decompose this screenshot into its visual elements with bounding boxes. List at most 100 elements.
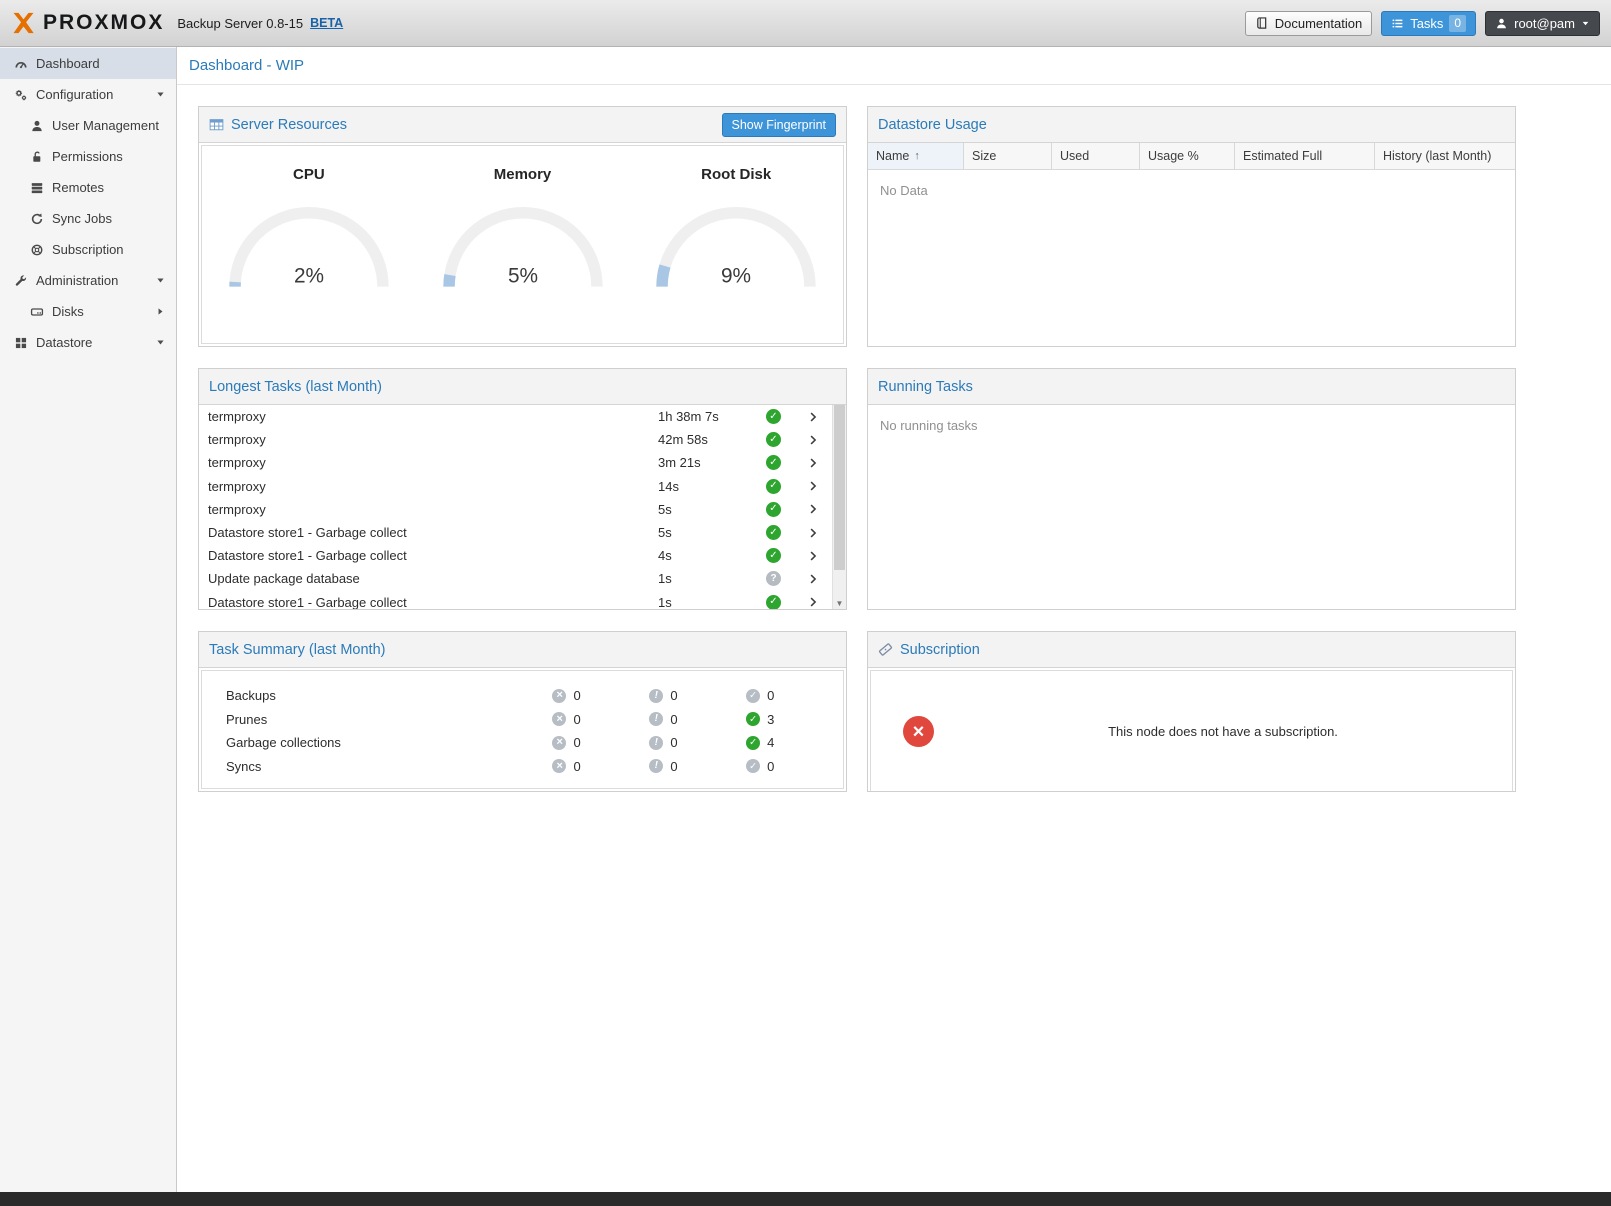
chevron-right-icon[interactable]	[794, 411, 832, 423]
chevron-right-icon[interactable]	[794, 596, 832, 608]
server-resources-panel: Server Resources Show Fingerprint CPU2%M…	[198, 106, 847, 347]
column-header-size[interactable]: Size	[964, 143, 1052, 169]
warning-count-icon: !	[649, 759, 663, 773]
subscription-message: This node does not have a subscription.	[934, 724, 1512, 739]
expander-down-icon[interactable]	[156, 90, 165, 99]
no-subscription-icon: ×	[903, 716, 934, 747]
task-name: Datastore store1 - Garbage collect	[208, 548, 658, 563]
sidebar-item-user-management[interactable]: User Management	[0, 110, 176, 141]
count-value: 0	[573, 712, 580, 727]
proxmox-logo-icon	[11, 11, 36, 35]
sidebar-item-sync-jobs[interactable]: Sync Jobs	[0, 203, 176, 234]
logo-area: PROXMOX Backup Server 0.8-15 BETA	[11, 11, 343, 35]
sidebar-item-subscription[interactable]: Subscription	[0, 234, 176, 265]
refresh-icon	[28, 212, 45, 226]
dashboard-grid: Server Resources Show Fingerprint CPU2%M…	[177, 85, 1611, 792]
task-row[interactable]: termproxy14s✓	[199, 475, 832, 498]
sidebar-item-administration[interactable]: Administration	[0, 265, 176, 296]
task-row[interactable]: termproxy1h 38m 7s✓	[199, 405, 832, 428]
scroll-down-arrow[interactable]: ▼	[833, 599, 846, 608]
status-unknown-icon: ?	[766, 571, 781, 586]
sidebar-item-dashboard[interactable]: Dashboard	[0, 48, 176, 79]
sidebar-item-datastore[interactable]: Datastore	[0, 327, 176, 358]
count-value: 0	[767, 688, 774, 703]
task-row[interactable]: Datastore store1 - Garbage collect1s✓	[199, 591, 832, 610]
column-header-used[interactable]: Used	[1052, 143, 1140, 169]
chevron-right-icon[interactable]	[794, 550, 832, 562]
expander-down-icon[interactable]	[156, 276, 165, 285]
column-header-history-last-month[interactable]: History (last Month)	[1375, 143, 1515, 169]
user-menu-button[interactable]: root@pam	[1485, 11, 1600, 36]
error-count-icon: ×	[552, 689, 566, 703]
sidebar-item-permissions[interactable]: Permissions	[0, 141, 176, 172]
gauge-label: Memory	[416, 166, 630, 183]
gauge-value: 2%	[294, 265, 324, 288]
task-row[interactable]: termproxy5s✓	[199, 498, 832, 521]
memory-gauge: Memory 5%	[416, 166, 630, 295]
scrollbar[interactable]: ▼	[832, 405, 846, 609]
show-fingerprint-button[interactable]: Show Fingerprint	[722, 113, 837, 137]
task-row[interactable]: Datastore store1 - Garbage collect5s✓	[199, 521, 832, 544]
task-row[interactable]: Datastore store1 - Garbage collect4s✓	[199, 544, 832, 567]
longest-tasks-header: Longest Tasks (last Month)	[199, 369, 846, 405]
task-duration: 5s	[658, 525, 766, 540]
subscription-header: Subscription	[868, 632, 1515, 668]
summary-label: Prunes	[226, 712, 552, 727]
sidebar-item-label: Disks	[52, 304, 84, 319]
no-running-tasks-text: No running tasks	[868, 405, 1515, 446]
server-resources-header: Server Resources Show Fingerprint	[199, 107, 846, 143]
sidebar-item-label: Remotes	[52, 180, 104, 195]
chevron-right-icon[interactable]	[794, 527, 832, 539]
sidebar-item-configuration[interactable]: Configuration	[0, 79, 176, 110]
documentation-button[interactable]: Documentation	[1245, 11, 1372, 36]
task-row[interactable]: termproxy42m 58s✓	[199, 428, 832, 451]
sidebar-item-label: Datastore	[36, 335, 92, 350]
sidebar-item-remotes[interactable]: Remotes	[0, 172, 176, 203]
chevron-right-icon[interactable]	[794, 573, 832, 585]
expander-down-icon[interactable]	[156, 338, 165, 347]
unlock-icon	[28, 150, 45, 164]
ok-count-icon: ✓	[746, 712, 760, 726]
tasks-label: Tasks	[1410, 16, 1443, 31]
count-value: 0	[670, 759, 677, 774]
scrollbar-thumb[interactable]	[834, 405, 845, 570]
task-summary-table: Backups×0!0✓0Prunes×0!0✓3Garbage collect…	[201, 670, 844, 789]
user-icon	[1495, 17, 1508, 30]
chevron-right-icon[interactable]	[794, 434, 832, 446]
chevron-right-icon[interactable]	[794, 503, 832, 515]
gauge-value: 5%	[507, 265, 537, 288]
task-name: Update package database	[208, 571, 658, 586]
task-row[interactable]: termproxy3m 21s✓	[199, 451, 832, 474]
grid-icon	[12, 336, 29, 350]
chevron-right-icon[interactable]	[794, 480, 832, 492]
sidebar-item-disks[interactable]: Disks	[0, 296, 176, 327]
chevron-right-icon[interactable]	[794, 457, 832, 469]
sidebar-item-label: Dashboard	[36, 56, 100, 71]
user-icon	[28, 119, 45, 133]
task-name: termproxy	[208, 455, 658, 470]
gears-icon	[12, 88, 29, 102]
cpu-gauge: CPU2%	[202, 166, 416, 295]
status-ok-icon: ✓	[766, 432, 781, 447]
user-label: root@pam	[1514, 16, 1575, 31]
expander-right-icon[interactable]	[156, 307, 165, 316]
column-header-estimated-full[interactable]: Estimated Full	[1235, 143, 1375, 169]
tasks-button[interactable]: Tasks 0	[1381, 11, 1476, 36]
longest-tasks-title: Longest Tasks (last Month)	[209, 379, 382, 395]
sidebar: Dashboard ConfigurationUser Management Per…	[0, 47, 177, 1192]
proxmox-logo-text: PROXMOX	[43, 11, 164, 35]
beta-link[interactable]: BETA	[310, 16, 343, 30]
task-duration: 1h 38m 7s	[658, 409, 766, 424]
task-row[interactable]: Update package database1s?	[199, 567, 832, 590]
gauge-label: Root Disk	[629, 166, 843, 183]
sidebar-item-label: Permissions	[52, 149, 123, 164]
task-name: Datastore store1 - Garbage collect	[208, 525, 658, 540]
longest-tasks-list: termproxy1h 38m 7s✓termproxy42m 58s✓term…	[199, 405, 832, 609]
page-title: Dashboard - WIP	[177, 47, 1611, 85]
column-header-usage[interactable]: Usage %	[1140, 143, 1235, 169]
documentation-label: Documentation	[1275, 16, 1362, 31]
ok-count-icon: ✓	[746, 689, 760, 703]
error-count-icon: ×	[552, 736, 566, 750]
ticket-icon	[878, 642, 893, 657]
column-header-name[interactable]: Name↑	[868, 143, 964, 169]
